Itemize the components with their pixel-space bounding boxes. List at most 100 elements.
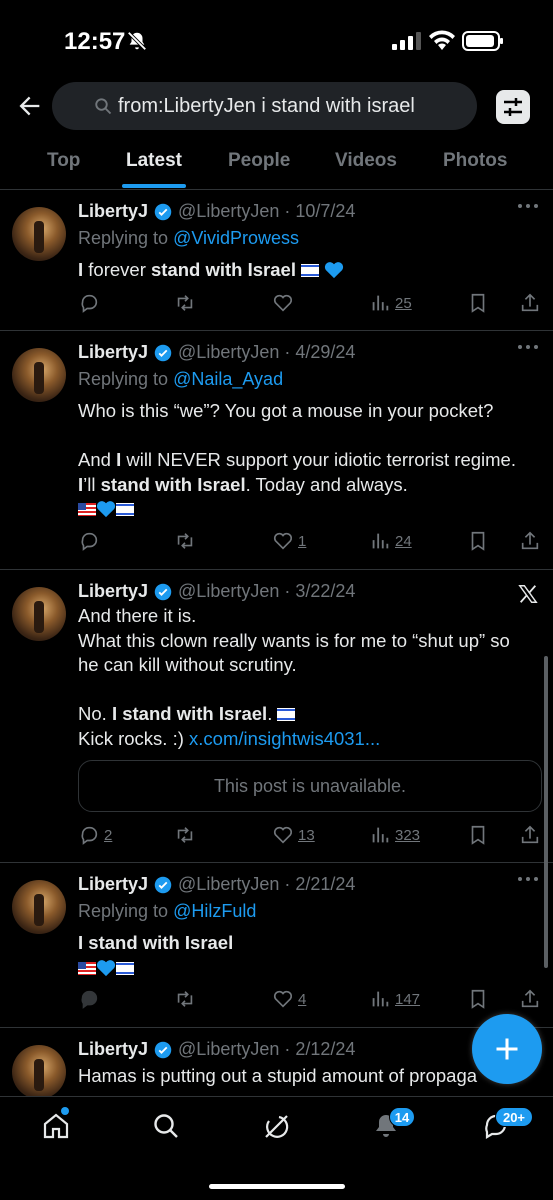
views-button[interactable]: 147 — [369, 987, 420, 1011]
retweet-icon — [177, 295, 193, 311]
tweet-actions: 2 13 323 — [78, 823, 543, 847]
share-icon[interactable] — [519, 529, 541, 553]
bookmark-icon[interactable] — [467, 529, 489, 553]
more-options-icon[interactable] — [517, 203, 539, 209]
tweet[interactable]: LibertyJ @LibertyJen · 3/22/24 And there… — [0, 571, 553, 863]
like-button[interactable] — [272, 291, 298, 315]
author-name[interactable]: LibertyJ — [78, 201, 148, 222]
views-button[interactable]: 25 — [369, 291, 412, 315]
bookmark-icon[interactable] — [467, 823, 489, 847]
status-bar: 12:57 — [0, 0, 553, 80]
reply-count: 2 — [104, 826, 113, 844]
tweet-actions: 25 — [78, 291, 543, 315]
replying-to: Replying to @Naila_Ayad — [78, 369, 284, 389]
views-chart-icon — [372, 533, 389, 549]
search-icon — [95, 98, 112, 115]
bookmark-icon[interactable] — [467, 987, 489, 1011]
more-options-icon[interactable] — [517, 876, 539, 882]
avatar[interactable] — [12, 587, 66, 641]
cellular-signal-icon — [392, 32, 421, 50]
avatar[interactable] — [12, 207, 66, 261]
bell-off-icon — [127, 31, 147, 51]
israel-flag-emoji — [116, 503, 134, 516]
retweet-button[interactable] — [174, 987, 200, 1011]
author-name[interactable]: LibertyJ — [78, 581, 148, 602]
reply-button[interactable]: 2 — [78, 823, 112, 847]
blue-heart-emoji — [325, 262, 344, 279]
like-button[interactable]: 1 — [272, 529, 306, 553]
home-icon[interactable] — [41, 1111, 71, 1141]
verified-badge-icon — [154, 876, 172, 893]
author-handle[interactable]: @LibertyJen — [178, 874, 279, 895]
x-logo-icon — [518, 585, 538, 603]
avatar[interactable] — [12, 880, 66, 934]
search-filter-button[interactable] — [496, 90, 530, 124]
author-handle[interactable]: @LibertyJen — [178, 1039, 279, 1060]
views-button[interactable]: 323 — [369, 823, 420, 847]
back-arrow-icon[interactable] — [16, 92, 44, 120]
plus-icon — [496, 1038, 518, 1060]
author-name[interactable]: LibertyJ — [78, 342, 148, 363]
bookmark-icon[interactable] — [467, 291, 489, 315]
tweet-date: · 10/7/24 — [284, 201, 356, 221]
reply-button[interactable] — [78, 291, 104, 315]
reply-icon — [81, 990, 98, 1009]
like-count: 1 — [298, 532, 307, 550]
reply-target-link[interactable]: @Naila_Ayad — [173, 369, 283, 389]
views-button[interactable]: 24 — [369, 529, 412, 553]
reply-icon — [81, 294, 98, 313]
like-button[interactable]: 13 — [272, 823, 315, 847]
search-icon[interactable] — [151, 1111, 181, 1141]
unavailable-quote: This post is unavailable. — [78, 760, 542, 812]
like-button[interactable]: 4 — [272, 987, 306, 1011]
tab-latest[interactable]: Latest — [126, 150, 182, 172]
retweet-icon — [177, 991, 193, 1007]
tab-photos[interactable]: Photos — [443, 150, 507, 172]
blue-heart-emoji — [96, 959, 116, 976]
share-icon[interactable] — [519, 291, 541, 315]
scrollbar[interactable] — [544, 656, 548, 968]
share-icon[interactable] — [519, 987, 541, 1011]
like-count: 4 — [298, 990, 307, 1008]
author-handle[interactable]: @LibertyJen — [178, 201, 279, 222]
retweet-button[interactable] — [174, 823, 200, 847]
author-name[interactable]: LibertyJ — [78, 1039, 148, 1060]
israel-flag-emoji — [277, 708, 296, 721]
grok-icon[interactable] — [261, 1111, 291, 1141]
reply-button[interactable] — [78, 529, 104, 553]
avatar[interactable] — [12, 348, 66, 402]
reply-icon — [81, 826, 98, 845]
search-tabs: Top Latest People Videos Photos — [0, 142, 553, 190]
author-handle[interactable]: @LibertyJen — [178, 581, 279, 602]
status-time: 12:57 — [64, 28, 126, 55]
view-count: 24 — [395, 532, 412, 550]
battery-icon — [462, 31, 503, 51]
search-input[interactable]: from:LibertyJen i stand with israel — [52, 82, 477, 130]
tweet-date: · 2/12/24 — [284, 1039, 356, 1059]
more-options-icon[interactable] — [517, 344, 539, 350]
compose-button[interactable] — [472, 1014, 542, 1084]
israel-flag-emoji — [116, 961, 134, 975]
tweet[interactable]: LibertyJ @LibertyJen · 10/7/24 Replying … — [0, 191, 553, 331]
heart-icon — [273, 294, 293, 312]
reply-target-link[interactable]: @VividProwess — [173, 228, 299, 248]
share-icon[interactable] — [519, 823, 541, 847]
author-name[interactable]: LibertyJ — [78, 874, 148, 895]
tweet-text: I stand with Israel — [78, 931, 538, 980]
search-query: from:LibertyJen i stand with israel — [118, 94, 415, 117]
tweet[interactable]: LibertyJ @LibertyJen · 2/12/24 Hamas is … — [0, 1029, 553, 1099]
tweet-date: · 2/21/24 — [284, 874, 356, 894]
retweet-button[interactable] — [174, 529, 200, 553]
tweet-link[interactable]: x.com/insightwis4031... — [189, 728, 380, 749]
retweet-button[interactable] — [174, 291, 200, 315]
avatar[interactable] — [12, 1045, 66, 1099]
tweet[interactable]: LibertyJ @LibertyJen · 2/21/24 Replying … — [0, 864, 553, 1028]
tab-people[interactable]: People — [228, 150, 290, 172]
reply-button[interactable] — [78, 987, 104, 1011]
tweet[interactable]: LibertyJ @LibertyJen · 4/29/24 Replying … — [0, 332, 553, 570]
author-handle[interactable]: @LibertyJen — [178, 342, 279, 363]
tab-videos[interactable]: Videos — [335, 150, 397, 172]
tab-top[interactable]: Top — [47, 150, 80, 172]
heart-icon — [273, 532, 293, 550]
reply-target-link[interactable]: @HilzFuld — [173, 901, 256, 921]
